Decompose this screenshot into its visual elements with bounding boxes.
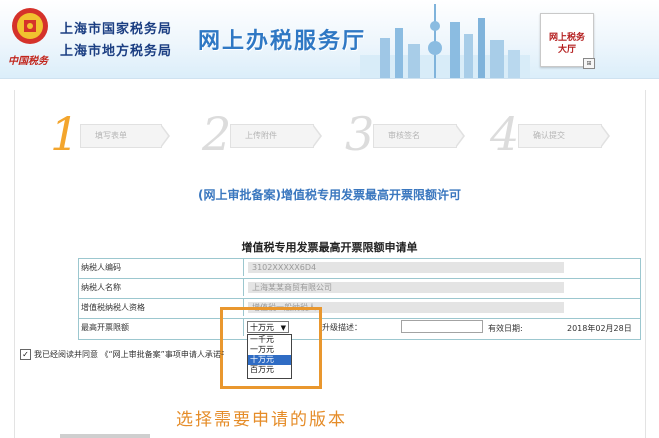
agreement-checkbox[interactable]: ✓ (20, 349, 31, 360)
step-label: 审核签名 (388, 131, 420, 140)
table-border (640, 258, 641, 340)
step-label-box: 填写表单 (80, 124, 162, 148)
expand-icon: ⊞ (583, 58, 595, 69)
row-label: 纳税人编码 (78, 259, 244, 276)
org-name-local: 上海市地方税务局 (60, 44, 173, 59)
step-arrow-icon (160, 124, 170, 148)
site-header: 中国税务 上海市国家税务局 上海市地方税务局 网上办税服务厅 网上税务 大厅 ⊞ (0, 0, 659, 79)
emblem-caption: 中国税务 (8, 56, 48, 67)
effective-date-value: 2018年02月28日 (567, 324, 632, 333)
table-row: 纳税人编码 3102XXXXX6D4 (78, 258, 640, 276)
table-border (78, 258, 79, 340)
annotation-caption: 选择需要申请的版本 (176, 410, 347, 430)
step-number: 4 (490, 107, 520, 161)
form-title: (网上审批备案)增值税专用发票最高开票限额许可 (198, 188, 461, 202)
step-arrow-icon (312, 124, 322, 148)
org-name-state: 上海市国家税务局 (60, 22, 173, 37)
annotation-highlight-box (220, 307, 322, 389)
step-number: 2 (202, 107, 232, 161)
step-number: 1 (50, 107, 80, 161)
table-border (78, 339, 640, 340)
step-label: 填写表单 (95, 131, 127, 140)
step-label-box: 上传附件 (230, 124, 314, 148)
tax-hall-link[interactable]: 网上税务 大厅 ⊞ (540, 13, 595, 69)
national-emblem-icon (12, 8, 48, 44)
hall-badge-line2: 大厅 (557, 45, 576, 55)
row-label: 纳税人名称 (78, 279, 244, 296)
upgrade-label: 升级描述： (322, 323, 362, 332)
step-arrow-icon (600, 124, 610, 148)
step-label: 上传附件 (245, 131, 277, 140)
table-title: 增值税专用发票最高开票限额申请单 (241, 241, 418, 254)
upgrade-description-input[interactable] (401, 320, 483, 333)
row-value: 上海某某商贸有限公司 (248, 282, 564, 293)
step-label-box: 确认提交 (518, 124, 602, 148)
effective-date-label: 有效日期: (488, 324, 523, 333)
table-row: 增值税纳税人资格 增值税一般纳税人 (78, 298, 640, 316)
footer-fragment (60, 434, 150, 438)
step-label: 确认提交 (533, 131, 565, 140)
table-row: 纳税人名称 上海某某商贸有限公司 (78, 278, 640, 296)
row-value: 3102XXXXX6D4 (248, 262, 564, 273)
step-arrow-icon (455, 124, 465, 148)
agreement-text[interactable]: 我已经阅读并同意 《“网上审批备案”事项申请人承诺书》 (34, 349, 224, 360)
step-label-box: 审核签名 (373, 124, 457, 148)
step-number: 3 (345, 107, 375, 161)
site-title: 网上办税服务厅 (198, 29, 367, 54)
skyline-illustration (360, 4, 530, 78)
